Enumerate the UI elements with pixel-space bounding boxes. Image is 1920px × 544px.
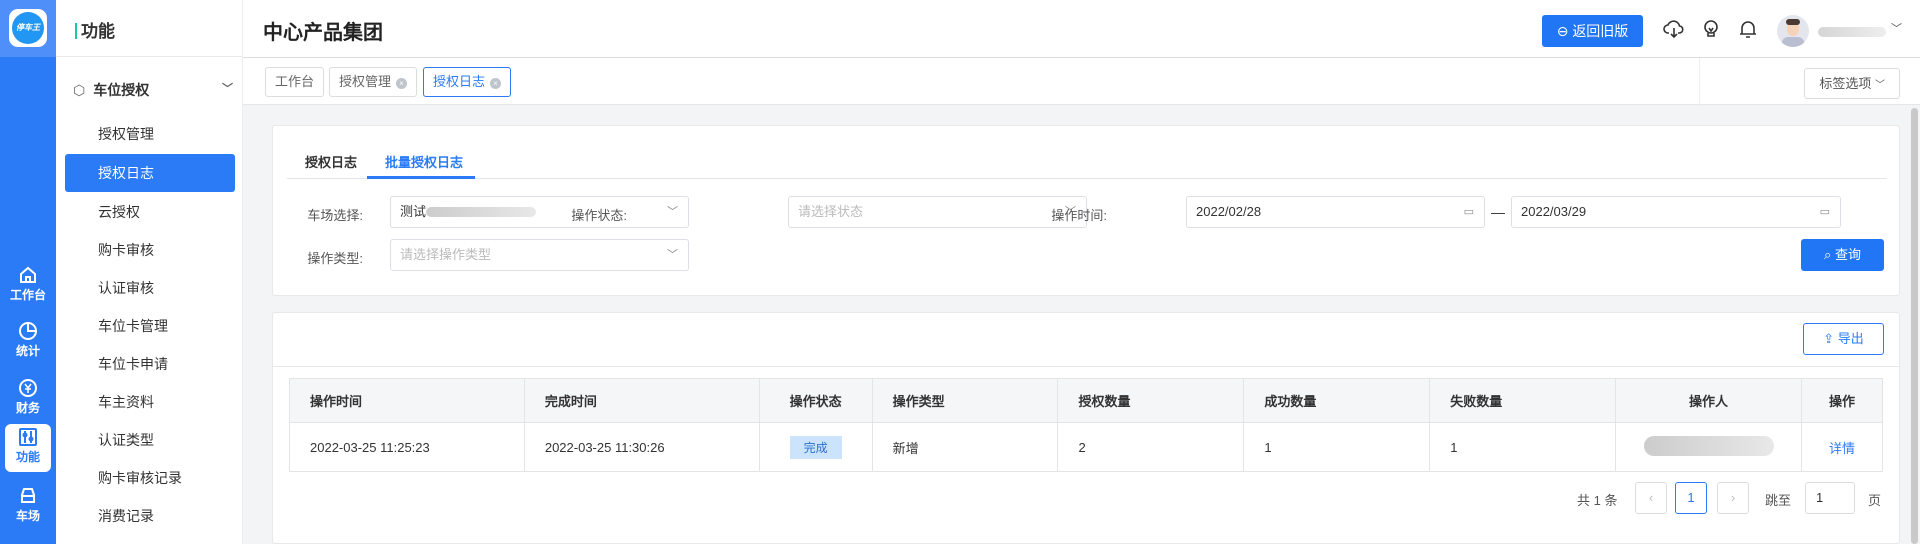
calendar-icon: ▭	[1463, 206, 1474, 218]
filter-card: 授权日志 批量授权日志 车场选择: 测试 ﹀ 操作状态: 请选择状态 ﹀ 操作时间:…	[272, 125, 1900, 296]
sidebar-item[interactable]: 认证审核	[65, 269, 235, 307]
avatar[interactable]	[1777, 15, 1809, 47]
app-logo[interactable]: 停车王	[9, 9, 47, 47]
jump-page-input[interactable]: 1	[1805, 482, 1855, 514]
cell-status: 完成	[758, 422, 873, 472]
tab-workbench[interactable]: 工作台	[265, 67, 325, 97]
user-menu-chevron-icon[interactable]: ﹀	[1891, 20, 1902, 36]
search-icon: ⌕	[1824, 247, 1835, 262]
sidebar-item[interactable]: 消费记录	[65, 497, 235, 535]
rail-item-finance[interactable]: 财务	[5, 375, 51, 423]
scrollbar[interactable]	[1911, 108, 1918, 544]
arrow-left-circle-icon: ⊖	[1556, 23, 1573, 39]
lightbulb-icon[interactable]	[1700, 18, 1722, 40]
next-page-button[interactable]: ›	[1717, 482, 1749, 514]
cell-operator	[1615, 422, 1802, 472]
column-header: 完成时间	[523, 378, 760, 423]
sidebar-item[interactable]: 购卡审核	[65, 231, 235, 269]
sidebar-item[interactable]: 车位卡申请	[65, 345, 235, 383]
calendar-icon: ▭	[1819, 206, 1830, 218]
rail-item-stats[interactable]: 统计	[5, 318, 51, 366]
rail-item-workbench[interactable]: 工作台	[5, 262, 51, 310]
jump-label: 跳至	[1765, 493, 1792, 508]
pie-chart-icon	[19, 322, 37, 340]
sidebar-item[interactable]: 授权管理	[65, 115, 235, 153]
chevron-down-icon: ﹀	[1875, 80, 1885, 91]
date-separator: —	[1491, 204, 1505, 220]
prev-page-button[interactable]: ‹	[1635, 482, 1667, 514]
tab-auth-management[interactable]: 授权管理 ×	[329, 67, 418, 97]
page-suffix: 页	[1868, 493, 1882, 508]
table-header-row: 操作时间 完成时间 操作状态 操作类型 授权数量 成功数量 失败数量 操作人 操…	[289, 378, 1884, 423]
status-label: 操作状态:	[571, 208, 627, 223]
cube-icon: ⬡	[73, 82, 86, 98]
table-row: 2022-03-25 11:25:23 2022-03-25 11:30:26 …	[289, 422, 1884, 472]
sidebar-item-active[interactable]: 授权日志	[65, 154, 235, 192]
column-header: 失败数量	[1429, 378, 1617, 423]
tab-auth-log-inner[interactable]: 授权日志	[305, 152, 357, 171]
chevron-down-icon: ﹀	[667, 206, 678, 218]
column-header: 授权数量	[1057, 378, 1245, 423]
upload-icon: ⇪	[1823, 331, 1838, 346]
tab-auth-log[interactable]: 授权日志 ×	[423, 67, 512, 97]
cell-count: 2	[1057, 422, 1245, 472]
cloud-download-icon[interactable]	[1663, 18, 1685, 40]
date-to-input[interactable]: 2022/03/29 ▭	[1511, 196, 1841, 228]
date-from-input[interactable]: 2022/02/28 ▭	[1186, 196, 1485, 228]
time-label: 操作时间:	[1051, 208, 1107, 223]
rail-item-functions[interactable]: 功能	[5, 424, 51, 472]
cell-action: 详情	[1800, 422, 1884, 472]
bell-icon[interactable]	[1737, 18, 1759, 40]
sliders-icon	[19, 428, 37, 446]
column-header: 操作人	[1615, 378, 1802, 423]
sidebar-item[interactable]: 云授权	[65, 193, 235, 231]
cell-op-time: 2022-03-25 11:25:23	[289, 422, 525, 472]
close-icon[interactable]: ×	[396, 78, 408, 89]
back-to-old-version-button[interactable]: ⊖ 返回旧版	[1542, 15, 1643, 47]
cell-success: 1	[1243, 422, 1431, 472]
sidebar-title: 功能	[56, 0, 242, 57]
cell-done-time: 2022-03-25 11:30:26	[523, 422, 760, 472]
sidebar-item[interactable]: 车主资料	[65, 383, 235, 421]
page-button-current[interactable]: 1	[1675, 482, 1707, 514]
total-count: 共 1 条	[1577, 493, 1618, 508]
sidebar-group-parking-auth[interactable]: ⬡ 车位授权 ﹀	[73, 80, 233, 100]
tab-batch-auth-log[interactable]: 批量授权日志	[385, 152, 463, 171]
rail-item-parking[interactable]: 车场	[5, 483, 51, 531]
sidebar: 功能 ⬡ 车位授权 ﹀ 授权管理 授权日志 云授权 购卡审核 认证审核 车位卡管理…	[56, 0, 243, 544]
export-button[interactable]: ⇪ 导出	[1803, 323, 1884, 355]
app-rail: 停车王 工作台 统计 财务 功能 车场	[0, 0, 56, 544]
yen-icon	[19, 379, 37, 397]
username-redacted	[1818, 27, 1886, 37]
column-header: 操作状态	[758, 378, 873, 423]
tab-bar: 工作台 授权管理 × 授权日志 × 标签选项 ﹀	[243, 58, 1920, 105]
status-badge: 完成	[789, 435, 842, 459]
cell-fail: 1	[1429, 422, 1617, 472]
tab-options-dropdown[interactable]: 标签选项 ﹀	[1804, 68, 1900, 99]
sidebar-item[interactable]: 车位卡管理	[65, 307, 235, 345]
sidebar-item[interactable]: 购卡审核记录	[65, 459, 235, 497]
lot-label: 车场选择:	[307, 208, 363, 223]
column-header: 操作类型	[871, 378, 1059, 423]
chevron-down-icon: ﹀	[667, 249, 678, 261]
home-icon	[20, 266, 36, 283]
query-button[interactable]: ⌕ 查询	[1801, 239, 1884, 271]
chevron-down-icon: ﹀	[222, 83, 233, 95]
top-header: 中心产品集团 ⊖ 返回旧版 ﹀	[243, 0, 1920, 58]
type-label: 操作类型:	[307, 251, 363, 266]
cell-type: 新增	[871, 422, 1059, 472]
org-title: 中心产品集团	[263, 22, 383, 44]
column-header: 成功数量	[1243, 378, 1431, 423]
batch-auth-log-table: 操作时间 完成时间 操作状态 操作类型 授权数量 成功数量 失败数量 操作人 操…	[289, 378, 1884, 472]
type-select[interactable]: 请选择操作类型 ﹀	[390, 239, 689, 271]
car-icon	[21, 488, 35, 503]
details-link[interactable]: 详情	[1829, 441, 1855, 456]
column-header: 操作时间	[289, 378, 525, 423]
sidebar-item[interactable]: 认证类型	[65, 421, 235, 459]
close-icon[interactable]: ×	[490, 78, 502, 89]
column-header: 操作	[1800, 378, 1884, 423]
